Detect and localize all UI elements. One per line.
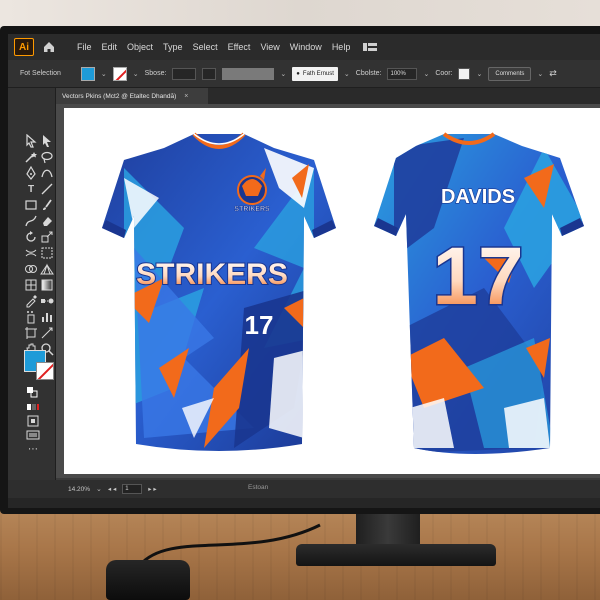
pen-tool-icon[interactable] bbox=[24, 166, 38, 180]
gradient-tool-icon[interactable] bbox=[40, 278, 54, 292]
status-info: Estoan bbox=[248, 484, 269, 491]
color-label: Coor: bbox=[435, 70, 453, 77]
shaper-tool-icon[interactable] bbox=[24, 214, 38, 228]
menu-window[interactable]: Window bbox=[285, 42, 327, 52]
prev-artboard-icon[interactable]: ◂ ◂ bbox=[108, 485, 116, 493]
width-tool-icon[interactable] bbox=[24, 246, 38, 260]
selection-tool-icon[interactable] bbox=[24, 134, 38, 148]
perspective-grid-tool-icon[interactable] bbox=[40, 262, 54, 276]
brush-definition-field[interactable] bbox=[222, 67, 275, 80]
magic-wand-tool-icon[interactable] bbox=[24, 150, 38, 164]
artboard[interactable]: STRIKERS STRIKERS 17 DAVIDS 17 bbox=[64, 108, 600, 474]
stroke-swatch[interactable] bbox=[112, 66, 127, 81]
jersey-artwork[interactable]: STRIKERS STRIKERS 17 DAVIDS 17 bbox=[64, 108, 600, 474]
chevron-down-icon[interactable]: ⌄ bbox=[96, 485, 102, 493]
back-player-name: DAVIDS bbox=[441, 186, 515, 208]
next-artboard-icon[interactable]: ▸ ▸ bbox=[148, 485, 156, 493]
paintbrush-tool-icon[interactable] bbox=[40, 198, 54, 212]
color-mode-icon[interactable] bbox=[26, 400, 40, 414]
document-tab-title: Vectors Pkins (Mct2 @ Etaltec Dhandă) bbox=[62, 92, 177, 100]
horizontal-scrollbar[interactable] bbox=[8, 498, 600, 508]
blend-tool-icon[interactable] bbox=[40, 294, 54, 308]
slice-tool-icon[interactable] bbox=[40, 326, 54, 340]
screen-mode-icon[interactable] bbox=[26, 428, 40, 442]
stroke-label: Sbose: bbox=[144, 70, 167, 77]
document-tab[interactable]: Vectors Pkins (Mct2 @ Etaltec Dhandă) × bbox=[56, 88, 208, 104]
opacity-value: 100% bbox=[390, 70, 406, 77]
artboard-tool-icon[interactable] bbox=[24, 326, 38, 340]
free-transform-tool-icon[interactable] bbox=[40, 246, 54, 260]
zoom-level[interactable]: 14.20% bbox=[68, 486, 90, 493]
opacity-field[interactable]: 100% bbox=[387, 67, 418, 80]
symbol-sprayer-tool-icon[interactable] bbox=[24, 310, 38, 324]
back-number: 17 bbox=[432, 231, 523, 322]
chevron-down-icon[interactable]: ⌄ bbox=[133, 70, 139, 78]
shape-builder-tool-icon[interactable] bbox=[24, 262, 38, 276]
status-bar: 14.20% ⌄ ◂ ◂ 1 ▸ ▸ Estoan bbox=[8, 480, 600, 498]
menu-select[interactable]: Select bbox=[188, 42, 223, 52]
curvature-tool-icon[interactable] bbox=[40, 166, 54, 180]
document-tab-bar: Vectors Pkins (Mct2 @ Etaltec Dhandă) × bbox=[56, 88, 600, 104]
default-colors-icon[interactable] bbox=[26, 386, 40, 400]
menu-bar: Ai File Edit Object Type Select Effect V… bbox=[8, 34, 600, 60]
stroke-color-box[interactable] bbox=[36, 362, 54, 380]
brush-dropdown[interactable]: ● Fath Ernust bbox=[292, 66, 338, 81]
menu-type[interactable]: Type bbox=[158, 42, 188, 52]
chevron-down-icon[interactable]: ⌄ bbox=[537, 70, 543, 78]
menu-object[interactable]: Object bbox=[122, 42, 158, 52]
fill-swatch[interactable] bbox=[80, 66, 95, 81]
opacity-label: Cbolste: bbox=[355, 70, 382, 77]
chevron-down-icon[interactable]: ⌄ bbox=[101, 70, 107, 78]
chevron-down-icon[interactable]: ⌄ bbox=[423, 70, 429, 78]
control-bar: Fot Selection ⌄ ⌄ Sbose: ⌄ ● Fath Ernust… bbox=[8, 60, 600, 88]
column-graph-tool-icon[interactable] bbox=[40, 310, 54, 324]
home-icon[interactable] bbox=[42, 40, 56, 54]
tools-panel: T ⋯ bbox=[8, 88, 56, 508]
chevron-down-icon[interactable]: ⌄ bbox=[476, 70, 482, 78]
app-logo: Ai bbox=[14, 38, 34, 56]
drawing-modes-icon[interactable] bbox=[26, 414, 40, 428]
front-team-name: STRIKERS bbox=[136, 258, 288, 291]
menu-help[interactable]: Help bbox=[327, 42, 356, 52]
brush-dropdown-value: Fath Ernust bbox=[302, 70, 334, 77]
type-tool-icon[interactable]: T bbox=[24, 182, 38, 196]
crest-text: STRIKERS bbox=[234, 206, 270, 213]
front-jersey[interactable]: STRIKERS STRIKERS 17 bbox=[102, 132, 336, 451]
color-field[interactable] bbox=[458, 67, 471, 80]
bullet-icon: ● bbox=[296, 70, 300, 77]
chevron-down-icon[interactable]: ⌄ bbox=[344, 70, 350, 78]
rectangle-tool-icon[interactable] bbox=[24, 198, 38, 212]
variable-width-field[interactable] bbox=[202, 67, 217, 80]
menu-edit[interactable]: Edit bbox=[97, 42, 123, 52]
menu-view[interactable]: View bbox=[255, 42, 284, 52]
monitor-stand-base bbox=[296, 544, 496, 566]
chevron-down-icon[interactable]: ⌄ bbox=[280, 70, 286, 78]
streaming-device bbox=[106, 560, 190, 600]
eyedropper-tool-icon[interactable] bbox=[24, 294, 38, 308]
comments-button[interactable]: Comments bbox=[488, 66, 532, 81]
close-icon[interactable]: × bbox=[184, 93, 188, 100]
direct-selection-tool-icon[interactable] bbox=[40, 134, 54, 148]
menu-effect[interactable]: Effect bbox=[223, 42, 256, 52]
selection-label: Fot Selection bbox=[20, 70, 61, 77]
rotate-tool-icon[interactable] bbox=[24, 230, 38, 244]
stroke-weight-field[interactable] bbox=[172, 67, 197, 80]
lasso-tool-icon[interactable] bbox=[40, 150, 54, 164]
line-segment-tool-icon[interactable] bbox=[40, 182, 54, 196]
workspace-switcher-icon[interactable] bbox=[363, 42, 378, 52]
mesh-tool-icon[interactable] bbox=[24, 278, 38, 292]
arrange-icon[interactable]: ⇄ bbox=[549, 68, 557, 79]
app-window: Ai File Edit Object Type Select Effect V… bbox=[8, 34, 600, 508]
eraser-tool-icon[interactable] bbox=[40, 214, 54, 228]
more-tools-icon[interactable]: ⋯ bbox=[26, 442, 40, 456]
front-number: 17 bbox=[245, 310, 274, 340]
artboard-number-field[interactable]: 1 bbox=[122, 484, 143, 494]
menu-file[interactable]: File bbox=[72, 42, 97, 52]
back-jersey[interactable]: DAVIDS 17 bbox=[374, 132, 584, 454]
artboard-number: 1 bbox=[125, 486, 129, 492]
scale-tool-icon[interactable] bbox=[40, 230, 54, 244]
